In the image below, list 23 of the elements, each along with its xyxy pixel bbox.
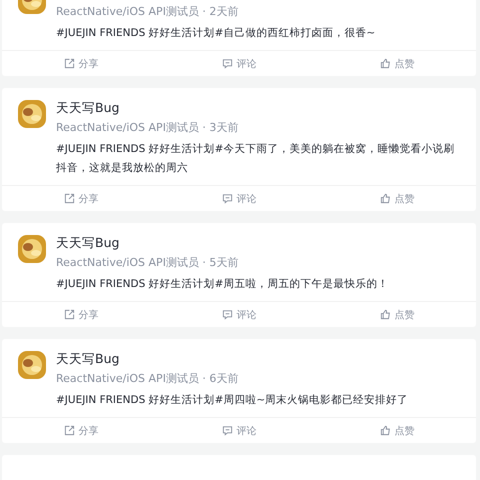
post-action[interactable]: 分享 (2, 418, 160, 443)
author-name[interactable]: 天天写Bug (56, 235, 388, 252)
post-action[interactable]: 点赞 (318, 186, 476, 211)
author-name[interactable]: 天天写Bug (56, 351, 408, 368)
post-action[interactable]: 评论 (160, 302, 318, 327)
post-text: #JUEJIN FRIENDS 好好生活计划#今天下雨了，美美的躺在被窝，睡懒觉看小说刷抖音，这就是我放松的周六 (56, 142, 456, 176)
author-meta: ReactNative/iOS API测试员 · 5天前 (56, 255, 240, 270)
author-name[interactable]: 天天写Bug (56, 100, 460, 117)
post-text: #JUEJIN FRIENDS 好好生活计划#周四啦~周末火锅电影都已经安排好了 (56, 393, 408, 408)
author-meta: ReactNative/iOS API测试员 · 2天前 (56, 4, 240, 19)
post-action[interactable]: 分享 (2, 186, 160, 211)
post-action[interactable]: 评论 (160, 51, 318, 76)
author-meta: ReactNative/iOS API测试员 · 3天前 (56, 120, 240, 135)
post-text: #JUEJIN FRIENDS 好好生活计划#周五啦，周五的下午是最快乐的！ (56, 277, 388, 292)
author-meta: ReactNative/iOS API测试员 · 6天前 (56, 371, 240, 386)
post-action[interactable]: 评论 (160, 186, 318, 211)
post-action[interactable]: 点赞 (318, 51, 476, 76)
post-action[interactable]: 评论 (160, 418, 318, 443)
post-action[interactable]: 点赞 (318, 418, 476, 443)
post-action[interactable]: 分享 (2, 51, 160, 76)
post-text: #JUEJIN FRIENDS 好好生活计划#自己做的西红柿打卤面，很香~ (56, 26, 376, 41)
post-action[interactable]: 点赞 (318, 302, 476, 327)
post-action[interactable]: 分享 (2, 302, 160, 327)
